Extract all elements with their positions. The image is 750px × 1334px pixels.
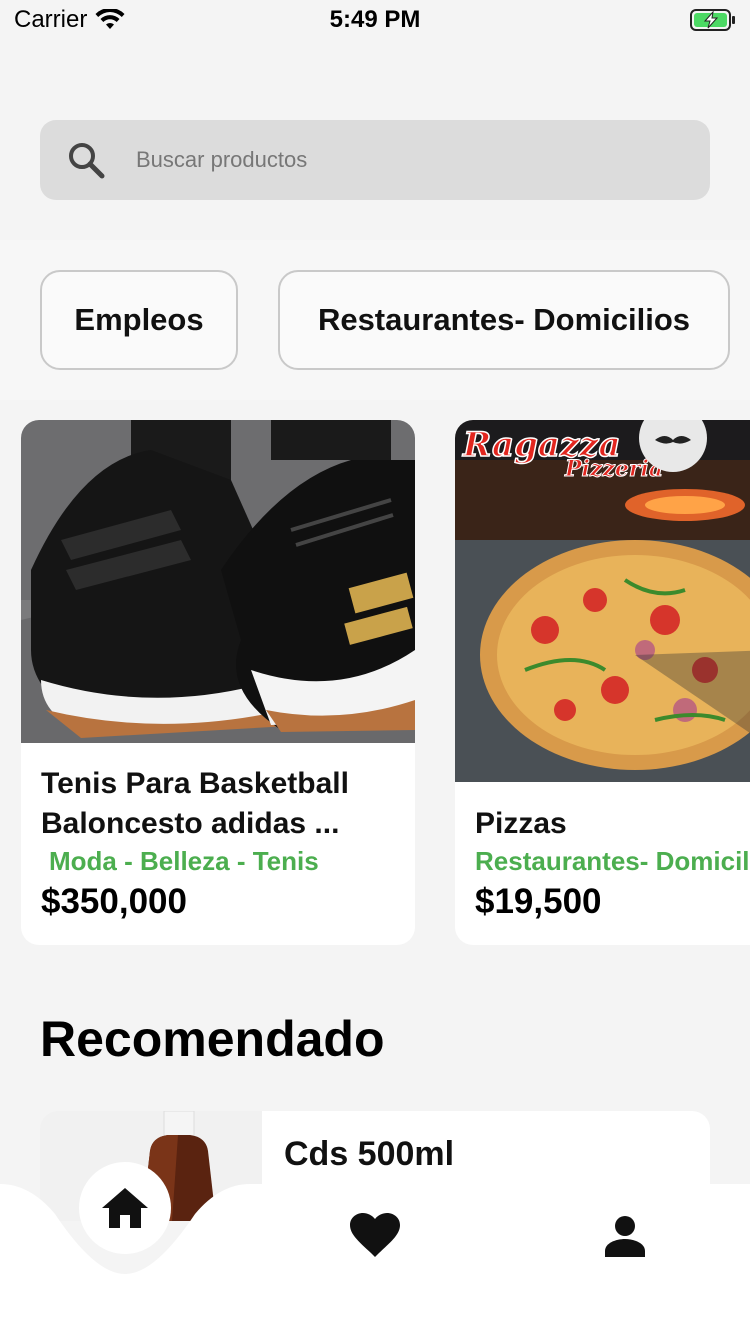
product-title: Pizzas bbox=[475, 807, 567, 840]
nav-home-button[interactable] bbox=[79, 1162, 171, 1254]
person-icon bbox=[605, 1216, 645, 1257]
product-category: Moda - Belleza - Tenis bbox=[49, 846, 319, 876]
product-category: Restaurantes- Domicilios bbox=[475, 846, 750, 876]
search-bar[interactable] bbox=[40, 120, 710, 200]
home-icon bbox=[102, 1188, 148, 1228]
product-image-pizza: Ragazza Pizzeria bbox=[455, 420, 750, 782]
recommended-item-title: Cds 500ml bbox=[284, 1135, 455, 1173]
search-input[interactable] bbox=[136, 147, 656, 173]
category-chip-restaurantes[interactable]: Restaurantes- Domicilios bbox=[278, 270, 730, 370]
category-chip-label: Empleos bbox=[74, 302, 204, 337]
search-icon bbox=[69, 143, 105, 179]
heart-icon bbox=[350, 1213, 400, 1257]
product-card[interactable]: Tenis Para Basketball Baloncesto adidas … bbox=[21, 420, 415, 945]
battery-charging-icon bbox=[690, 9, 735, 31]
nav-profile-button[interactable] bbox=[593, 1204, 657, 1268]
nav-favorites-button[interactable] bbox=[343, 1204, 407, 1268]
category-chip-empleos[interactable]: Empleos bbox=[40, 270, 238, 370]
product-price: $19,500 bbox=[475, 882, 602, 921]
status-time: 5:49 PM bbox=[329, 6, 421, 33]
product-price: $350,000 bbox=[41, 882, 187, 921]
product-image-sneakers bbox=[21, 420, 415, 743]
product-title: Tenis Para Basketball Baloncesto adidas … bbox=[41, 767, 349, 840]
section-title-recomendado: Recomendado bbox=[40, 1011, 385, 1067]
product-card[interactable]: Ragazza Pizzeria Pizzas Restaurantes- Do… bbox=[455, 420, 750, 945]
category-chip-label: Restaurantes- Domicilios bbox=[317, 302, 691, 337]
status-bar: Carrier 5:49 PM bbox=[0, 0, 750, 40]
